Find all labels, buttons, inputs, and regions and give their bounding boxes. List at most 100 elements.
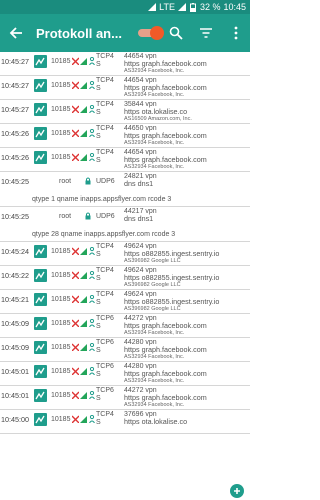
mobile-allowed-icon (80, 152, 87, 161)
log-uid: 10185 (51, 154, 71, 161)
log-time: 10:45:21 (1, 295, 29, 304)
log-row[interactable]: 10:45:09 10185 TCP6 S 44280 vpn https graph.f… (0, 338, 250, 362)
app-icon (34, 365, 47, 378)
app-icon (34, 151, 47, 164)
blocked-wifi-icon (72, 366, 79, 375)
log-uid: 10185 (51, 320, 71, 327)
log-host: https graph.facebook.com (124, 369, 207, 378)
log-row[interactable]: 10:45:25 root UDP6 24821 vpn dns dns1 qtype 1… (0, 172, 250, 207)
blocked-wifi-icon (72, 342, 79, 351)
user-icon (88, 152, 95, 161)
mobile-allowed-icon (80, 342, 87, 351)
mobile-allowed-icon (80, 128, 87, 137)
lock-icon (84, 211, 91, 220)
log-row[interactable]: 10:45:27 10185 TCP4 S 44654 vpn https graph.f… (0, 76, 250, 100)
log-protocol: TCP4 S (96, 77, 114, 92)
log-protocol: UDP6 (96, 213, 115, 220)
log-host: https graph.facebook.com (124, 83, 207, 92)
blocked-wifi-icon (72, 246, 79, 255)
log-row[interactable]: 10:45:25 root UDP6 44217 vpn dns dns1 qtype 2… (0, 207, 250, 242)
app-icon (34, 79, 47, 92)
connection-log-list[interactable]: 10:45:27 10185 TCP4 S 44654 vpn https graph.f… (0, 52, 250, 500)
user-icon (88, 128, 95, 137)
blocked-wifi-icon (72, 414, 79, 423)
log-time: 10:45:22 (1, 271, 29, 280)
blocked-wifi-icon (72, 128, 79, 137)
log-protocol: TCP4 S (96, 53, 114, 68)
blocked-wifi-icon (72, 104, 79, 113)
log-row[interactable]: 10:45:22 10185 TCP4 S 49624 vpn https o882855… (0, 266, 250, 290)
log-host: https graph.facebook.com (124, 155, 207, 164)
blocked-wifi-icon (72, 56, 79, 65)
user-icon (88, 414, 95, 423)
app-bar: Protokoll an... (0, 14, 250, 52)
logging-toggle[interactable] (136, 26, 164, 40)
log-row[interactable]: 10:45:27 10185 TCP4 S 44654 vpn https graph.f… (0, 52, 250, 76)
app-icon (34, 317, 47, 330)
log-row[interactable]: 10:45:26 10185 TCP4 S 44654 vpn https graph.f… (0, 148, 250, 172)
log-row[interactable]: 10:45:01 10185 TCP6 S 44280 vpn https graph.f… (0, 362, 250, 386)
app-icon (34, 341, 47, 354)
user-icon (88, 294, 95, 303)
user-icon (88, 366, 95, 375)
log-protocol: TCP6 S (96, 363, 114, 378)
log-uid: 10185 (51, 368, 71, 375)
more-vert-icon[interactable] (228, 25, 244, 41)
blocked-wifi-icon (72, 270, 79, 279)
log-host: https ota.lokalise.co (124, 107, 188, 116)
log-row[interactable]: 10:45:09 10185 TCP6 S 44272 vpn https graph.f… (0, 314, 250, 338)
log-uid: 10185 (51, 82, 71, 89)
log-row[interactable]: 10:45:26 10185 TCP4 S 44650 vpn https graph.f… (0, 124, 250, 148)
log-org: AS32934 Facebook, Inc. (124, 164, 185, 170)
log-org: AS32934 Facebook, Inc. (124, 140, 185, 146)
log-org: AS396982 Google LLC (124, 282, 181, 288)
log-dns-query: qtype 28 qname inapps.appsflyer.com rcod… (32, 231, 176, 238)
log-protocol: TCP4 S (96, 291, 114, 306)
status-bar: LTE 32 % 10:45 (0, 0, 250, 14)
mobile-allowed-icon (80, 104, 87, 113)
log-row[interactable]: 10:45:21 10185 TCP4 S 49624 vpn https o882855… (0, 290, 250, 314)
log-protocol: TCP4 S (96, 411, 114, 426)
log-row[interactable]: 10:45:00 10185 TCP4 S 37696 vpn https ota.lok… (0, 410, 250, 434)
app-icon (34, 55, 47, 68)
blocked-wifi-icon (72, 152, 79, 161)
log-org: AS16509 Amazon.com, Inc. (124, 116, 192, 122)
log-host: https o882855.ingest.sentry.io (124, 297, 220, 306)
log-time: 10:45:27 (1, 105, 29, 114)
battery-level: 32 % (199, 2, 221, 12)
lock-icon (84, 176, 91, 185)
log-uid: 10185 (51, 416, 71, 423)
app-icon (34, 269, 47, 282)
log-row[interactable]: 10:45:27 10185 TCP4 S 35844 vpn https ota.lok… (0, 100, 250, 124)
log-org: AS32934 Facebook, Inc. (124, 92, 185, 98)
log-time: 10:45:27 (1, 81, 29, 90)
mobile-allowed-icon (80, 294, 87, 303)
log-uid: 10185 (51, 130, 71, 137)
mobile-allowed-icon (80, 246, 87, 255)
app-icon (34, 245, 47, 258)
log-host: https graph.facebook.com (124, 393, 207, 402)
log-time: 10:45:01 (1, 391, 29, 400)
user-icon (88, 246, 95, 255)
log-dns-query: qtype 1 qname inapps.appsflyer.com rcode… (32, 196, 172, 203)
log-time: 10:45:01 (1, 367, 29, 376)
log-protocol: TCP6 S (96, 315, 114, 330)
log-time: 10:45:09 (1, 343, 29, 352)
log-row[interactable]: 10:45:24 10185 TCP4 S 49624 vpn https o882855… (0, 242, 250, 266)
search-icon[interactable] (168, 25, 184, 41)
arrow-back-icon[interactable] (6, 23, 26, 43)
log-protocol: TCP4 S (96, 243, 114, 258)
user-icon (88, 270, 95, 279)
log-time: 10:45:25 (1, 212, 29, 221)
log-org: AS32934 Facebook, Inc. (124, 402, 185, 408)
log-row[interactable]: 10:45:01 10185 TCP6 S 44272 vpn https graph.f… (0, 386, 250, 410)
log-protocol: UDP6 (96, 178, 115, 185)
mobile-allowed-icon (80, 414, 87, 423)
log-host: https graph.facebook.com (124, 131, 207, 140)
mobile-allowed-icon (80, 390, 87, 399)
user-icon (88, 342, 95, 351)
filter-icon[interactable] (198, 25, 214, 41)
add-icon[interactable] (230, 484, 244, 498)
log-host: dns dns1 (124, 179, 154, 188)
blocked-wifi-icon (72, 318, 79, 327)
